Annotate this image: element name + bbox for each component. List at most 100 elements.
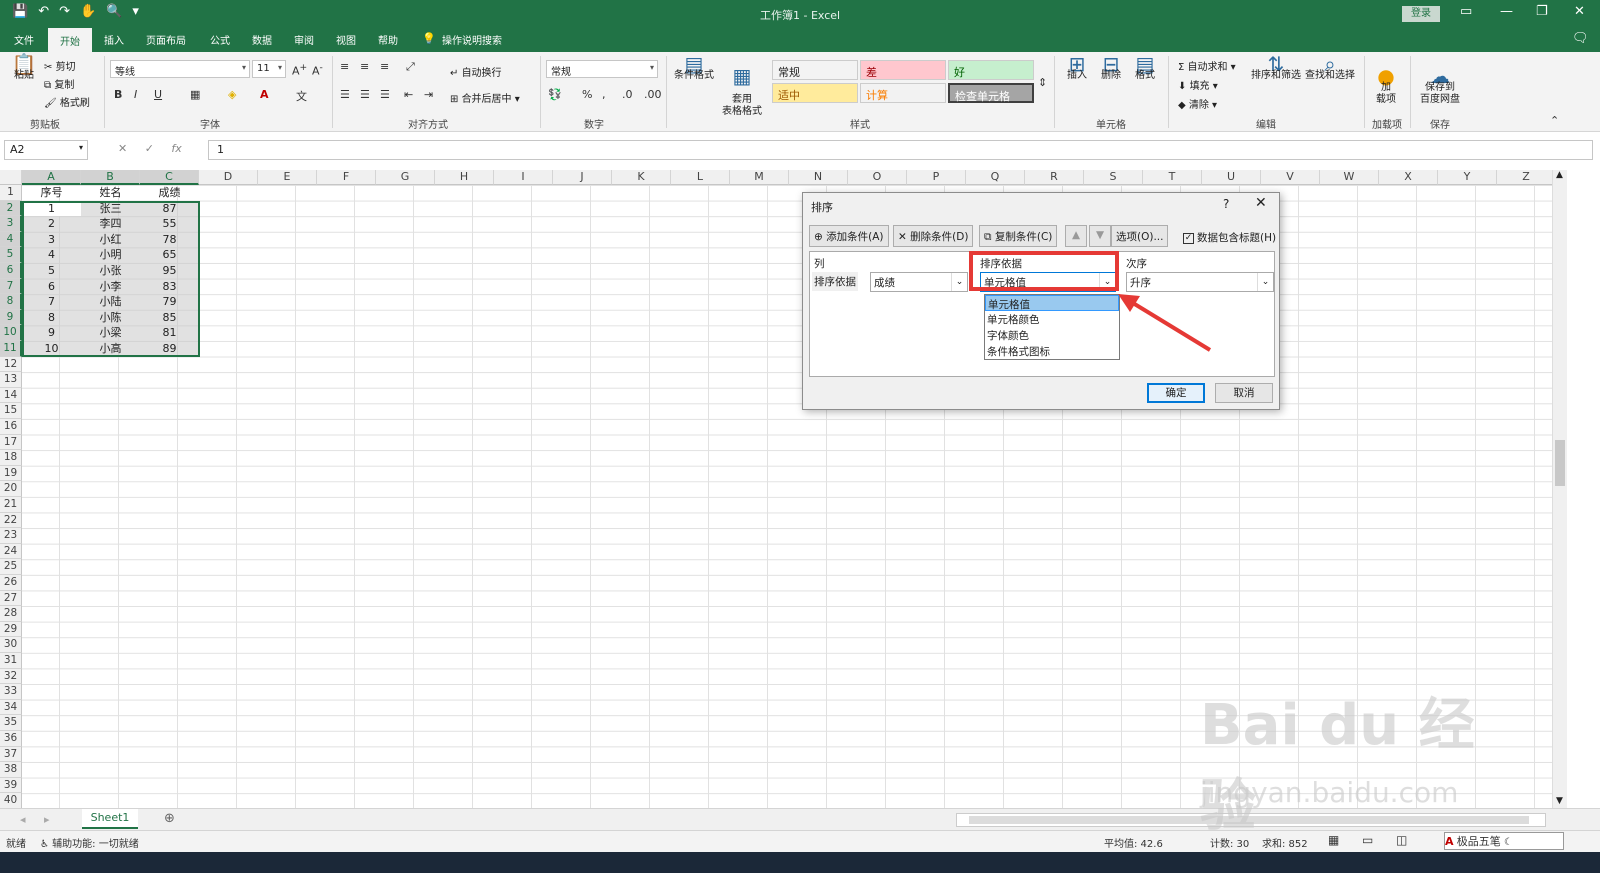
dropdown-option[interactable]: 单元格颜色 <box>985 311 1119 327</box>
column-header[interactable]: X <box>1379 170 1438 185</box>
table-cell[interactable]: 83 <box>140 279 199 295</box>
help-icon[interactable]: ? <box>1223 197 1229 211</box>
style-calculation[interactable]: 计算 <box>860 83 946 103</box>
name-box[interactable]: A2 ▾ <box>4 140 88 160</box>
formula-input[interactable]: 1 <box>208 140 1593 160</box>
phonetic-icon[interactable]: 文 <box>296 88 307 104</box>
row-header[interactable]: 22 <box>0 512 22 529</box>
table-cell[interactable]: 10 <box>22 341 81 357</box>
row-header[interactable]: 32 <box>0 668 22 685</box>
scroll-up-icon[interactable]: ▲ <box>1556 170 1563 180</box>
dropdown-option[interactable]: 单元格值 <box>985 295 1119 311</box>
row-header[interactable]: 34 <box>0 699 22 716</box>
table-cell[interactable]: 小陈 <box>81 310 140 326</box>
column-select[interactable]: 成绩 ⌄ <box>870 272 968 292</box>
row-header[interactable]: 21 <box>0 497 22 513</box>
tab-file[interactable]: 文件 <box>14 32 34 47</box>
scroll-thumb[interactable] <box>1555 440 1565 486</box>
format-cells-button[interactable]: ▤ 格式 <box>1130 54 1160 82</box>
row-header[interactable]: 20 <box>0 481 22 497</box>
table-cell[interactable]: 6 <box>22 279 81 295</box>
row-header[interactable]: 39 <box>0 777 22 794</box>
row-header[interactable]: 40 <box>0 793 22 809</box>
column-header[interactable]: R <box>1025 170 1084 185</box>
table-cell[interactable]: 9 <box>22 325 81 341</box>
tab-page-layout[interactable]: 页面布局 <box>146 32 186 47</box>
increase-indent-icon[interactable]: ⇥ <box>424 88 433 101</box>
restore-icon[interactable]: ❐ <box>1536 4 1548 19</box>
table-cell[interactable]: 89 <box>140 341 199 357</box>
row-header[interactable]: 3 <box>0 216 22 232</box>
row-header[interactable]: 18 <box>0 450 22 466</box>
orientation-icon[interactable]: ⤢ <box>406 60 415 74</box>
sheet-tab[interactable]: Sheet1 <box>82 809 138 829</box>
row-header[interactable]: 7 <box>0 278 22 295</box>
increase-font-icon[interactable]: A+ <box>292 62 307 78</box>
row-header[interactable]: 38 <box>0 762 22 778</box>
column-header[interactable]: Q <box>966 170 1025 185</box>
page-layout-view-icon[interactable]: ▭ <box>1362 833 1373 847</box>
column-header[interactable]: N <box>789 170 848 185</box>
column-header[interactable]: S <box>1084 170 1143 185</box>
column-header[interactable]: A <box>22 170 81 185</box>
row-header[interactable]: 19 <box>0 465 22 482</box>
move-down-button[interactable]: ▼ <box>1089 225 1111 247</box>
align-bottom-icon[interactable]: ≡ <box>380 60 389 73</box>
ime-toolbar[interactable]: A 极品五笔 ☾ <box>1444 832 1564 850</box>
fill-color-icon[interactable]: ◈ <box>228 88 236 101</box>
row-header[interactable]: 2 <box>0 200 22 217</box>
tab-view[interactable]: 视图 <box>336 32 356 47</box>
save-baidu-button[interactable]: ☁ 保存到 百度网盘 <box>1418 58 1462 106</box>
font-color-icon[interactable]: A <box>260 88 269 101</box>
border-icon[interactable]: ▦ <box>190 88 200 101</box>
table-cell[interactable]: 95 <box>140 263 199 279</box>
normal-view-icon[interactable]: ▦ <box>1328 833 1339 847</box>
table-cell[interactable]: 张三 <box>81 201 140 217</box>
format-painter-button[interactable]: 🖌 格式刷 <box>44 94 90 109</box>
underline-icon[interactable]: U <box>154 88 162 101</box>
row-header[interactable]: 33 <box>0 684 22 700</box>
paste-button[interactable]: 📋 粘贴 <box>10 54 38 82</box>
addins-button[interactable]: ● 加 载项 <box>1372 58 1400 106</box>
table-cell[interactable]: 李四 <box>81 216 140 232</box>
row-header[interactable]: 27 <box>0 590 22 607</box>
row-header[interactable]: 12 <box>0 356 22 373</box>
column-header[interactable]: J <box>553 170 612 185</box>
row-header[interactable]: 10 <box>0 325 22 341</box>
align-top-icon[interactable]: ≡ <box>340 60 349 73</box>
row-header[interactable]: 23 <box>0 528 22 544</box>
number-format-select[interactable]: 常规 ▾ <box>546 60 658 78</box>
row-header[interactable]: 24 <box>0 543 22 560</box>
tab-home[interactable]: 开始 <box>48 28 92 52</box>
delete-level-button[interactable]: ✕ 删除条件(D) <box>893 225 974 247</box>
tab-data[interactable]: 数据 <box>252 32 272 47</box>
move-up-button[interactable]: ▲ <box>1065 225 1087 247</box>
column-header[interactable]: W <box>1320 170 1379 185</box>
column-header[interactable]: K <box>612 170 671 185</box>
bold-icon[interactable]: B <box>114 88 122 101</box>
row-header[interactable]: 11 <box>0 341 22 357</box>
copy-level-button[interactable]: ⧉ 复制条件(C) <box>979 225 1058 247</box>
tab-insert[interactable]: 插入 <box>104 32 124 47</box>
delete-cells-button[interactable]: ⊟ 删除 <box>1096 54 1126 82</box>
column-header[interactable]: M <box>730 170 789 185</box>
accessibility-status[interactable]: ♿ 辅助功能: 一切就绪 <box>40 835 139 850</box>
undo-icon[interactable]: ↶ <box>38 4 49 19</box>
decrease-decimal-icon[interactable]: .00 <box>644 88 662 101</box>
collapse-ribbon-icon[interactable]: ⌃ <box>1550 114 1559 127</box>
redo-icon[interactable]: ↷ <box>59 4 70 19</box>
table-cell[interactable]: 87 <box>140 201 199 217</box>
touch-mode-icon[interactable]: ✋ <box>80 4 96 19</box>
row-header[interactable]: 1 <box>0 185 22 201</box>
tab-help[interactable]: 帮助 <box>378 32 398 47</box>
row-header[interactable]: 4 <box>0 231 22 248</box>
align-right-icon[interactable]: ☰ <box>380 88 390 101</box>
table-cell[interactable]: 55 <box>140 216 199 232</box>
table-cell[interactable]: 81 <box>140 325 199 341</box>
table-cell[interactable]: 5 <box>22 263 81 279</box>
tell-me-search[interactable]: 操作说明搜索 <box>442 32 502 47</box>
row-header[interactable]: 25 <box>0 559 22 575</box>
column-header[interactable]: B <box>81 170 140 185</box>
row-header[interactable]: 9 <box>0 309 22 326</box>
row-header[interactable]: 36 <box>0 731 22 747</box>
